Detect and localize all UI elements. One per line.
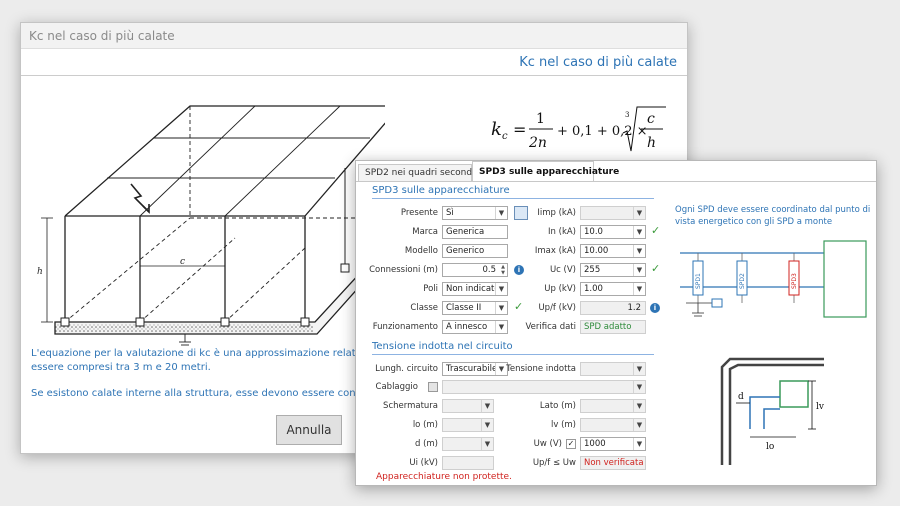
upf-label: Up/f (kV)	[538, 303, 576, 313]
uc-check-icon: ✓	[651, 262, 661, 275]
section-tensione-title: Tensione indotta nel circuito	[372, 341, 513, 352]
formula-den: 2n	[528, 135, 547, 151]
formula-c: c	[647, 111, 655, 127]
lv-select[interactable]: ▼	[580, 418, 646, 432]
lato-select[interactable]: ▼	[580, 399, 646, 413]
spd2-label: SPD2	[739, 273, 746, 289]
cablaggio-checkbox[interactable]	[428, 382, 438, 392]
lungh-label: Lungh. circuito	[375, 364, 438, 374]
formula-sub: c	[502, 131, 508, 142]
kc-explanation: L'equazione per la valutazione di kc è u…	[31, 347, 371, 401]
verifica-field: SPD adatto	[580, 320, 646, 334]
cablaggio-select[interactable]: ▼	[442, 380, 646, 394]
explanation-line-2: essere compresi tra 3 m e 20 metri.	[31, 362, 211, 373]
uw-select[interactable]: 1000 ▼	[580, 437, 646, 451]
induced-voltage-diagram: d lo lv	[720, 357, 825, 465]
kc-formula: k c = 1 2n + 0,1 + 0,2 × 3 c h	[491, 106, 666, 152]
iimp-label: Iimp (kA)	[537, 208, 576, 218]
lungh-select[interactable]: Trascurabile ▼	[442, 362, 508, 376]
lato-label: Lato (m)	[539, 401, 576, 411]
explanation-line-1: L'equazione per la valutazione di kc è u…	[31, 348, 371, 359]
spd-dialog: SPD2 nei quadri secondari SPD3 sulle app…	[355, 160, 877, 486]
tensione-label: Tensione indotta	[506, 364, 576, 374]
upf-uw-label: Up/f ≤ Uw	[532, 458, 576, 468]
tab-spd3[interactable]: SPD3 sulle apparecchiature	[472, 161, 619, 182]
modello-input[interactable]: Generico	[442, 244, 508, 258]
in-check-icon: ✓	[651, 224, 661, 237]
section-spd3-line	[372, 198, 654, 199]
poli-label: Poli	[423, 284, 438, 294]
cablaggio-label: Cablaggio	[375, 382, 418, 392]
presente-select[interactable]: Sì ▼	[442, 206, 508, 220]
tab-divider	[356, 181, 876, 182]
up-select[interactable]: 1.00 ▼	[580, 282, 646, 296]
formula-num: 1	[536, 111, 545, 127]
diagram-label-lo: lo	[766, 442, 774, 452]
marca-label: Marca	[412, 227, 438, 237]
up-label: Up (kV)	[544, 284, 576, 294]
drawing-label-h: h	[37, 267, 43, 277]
presente-label: Presente	[400, 208, 438, 218]
explanation-line-3: Se esistono calate interne alla struttur…	[31, 388, 371, 399]
lo-select[interactable]: ▼	[442, 418, 494, 432]
classe-select[interactable]: Classe II ▼	[442, 301, 508, 315]
poli-select[interactable]: Non indicato ▼	[442, 282, 508, 296]
upf-uw-field: Non verificata	[580, 456, 646, 470]
structure-drawing: c h	[37, 105, 385, 346]
spd3-label: SPD3	[791, 273, 798, 289]
kc-heading: Kc nel caso di più calate	[519, 55, 677, 70]
formula-k: k	[491, 119, 502, 140]
uw-checkbox[interactable]: ✓	[566, 439, 576, 449]
schermatura-select[interactable]: ▼	[442, 399, 494, 413]
tab-spd2[interactable]: SPD2 nei quadri secondari	[358, 164, 484, 181]
connessioni-label: Connessioni (m)	[369, 265, 438, 275]
connessioni-info-icon[interactable]: i	[514, 265, 524, 275]
verifica-label: Verifica dati	[525, 322, 576, 332]
uc-label: Uc (V)	[549, 265, 576, 275]
marca-input[interactable]: Generica	[442, 225, 508, 239]
in-select[interactable]: 10.0 ▼	[580, 225, 646, 239]
warning-message: Apparecchiature non protette.	[376, 472, 512, 482]
tensione-select[interactable]: ▼	[580, 362, 646, 376]
d-label: d (m)	[414, 439, 438, 449]
ui-field	[442, 456, 494, 470]
uc-select[interactable]: 255 ▼	[580, 263, 646, 277]
in-label: In (kA)	[548, 227, 576, 237]
schermatura-label: Schermatura	[383, 401, 438, 411]
iimp-select[interactable]: ▼	[580, 206, 646, 220]
kc-window-title: Kc nel caso di più calate	[21, 23, 687, 49]
section-tensione-line	[372, 354, 654, 355]
svg-text:=: =	[513, 120, 526, 139]
spd-diagram: SPD1 SPD2 SPD3	[680, 240, 867, 318]
lv-label: lv (m)	[550, 420, 576, 430]
diagram-label-lv: lv	[816, 402, 825, 412]
upf-field: 1.2	[580, 301, 646, 315]
annulla-button[interactable]: Annulla	[276, 415, 342, 445]
spd1-label: SPD1	[695, 273, 702, 289]
funzionamento-select[interactable]: A innesco ▼	[442, 320, 508, 334]
classe-label: Classe	[410, 303, 438, 313]
spd-coordination-note: Ogni SPD deve essere coordinato dal punt…	[675, 205, 871, 227]
formula-h: h	[647, 135, 656, 151]
formula-root-index: 3	[625, 111, 629, 119]
d-select[interactable]: ▼	[442, 437, 494, 451]
heading-divider	[21, 75, 687, 76]
diagram-label-d: d	[738, 392, 744, 402]
classe-check-icon: ✓	[514, 300, 524, 313]
ui-label: Ui (kV)	[409, 458, 438, 468]
funzionamento-label: Funzionamento	[372, 322, 438, 332]
drawing-label-c: c	[180, 257, 185, 267]
connessioni-input[interactable]: 0.5 ▲ ▼	[442, 263, 508, 277]
imax-select[interactable]: 10.00 ▼	[580, 244, 646, 258]
imax-label: Imax (kA)	[534, 246, 576, 256]
lo-label: lo (m)	[412, 420, 438, 430]
modello-label: Modello	[404, 246, 438, 256]
uw-label: Uw (V)	[533, 439, 562, 449]
upf-info-icon[interactable]: i	[650, 303, 660, 313]
section-spd3-title: SPD3 sulle apparecchiature	[372, 185, 510, 196]
